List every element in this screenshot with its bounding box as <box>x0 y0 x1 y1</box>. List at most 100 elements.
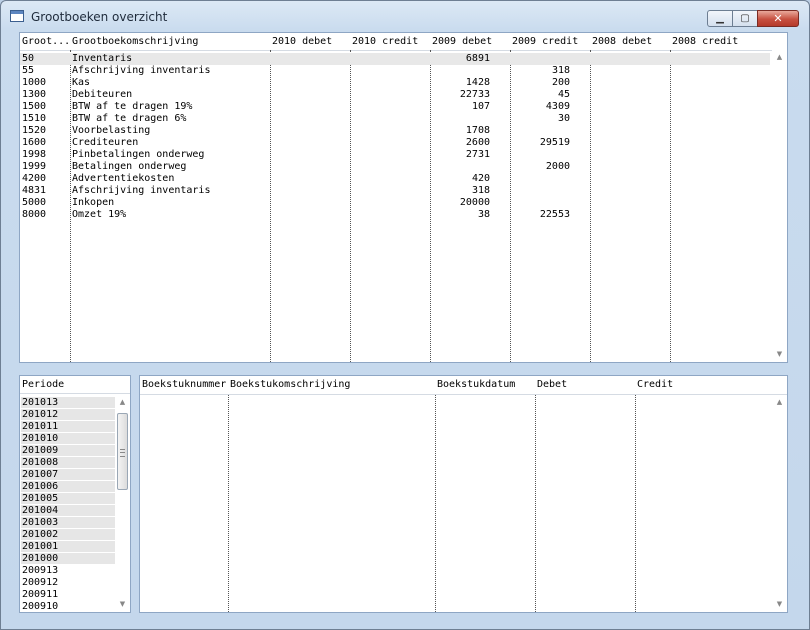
scroll-down-icon[interactable]: ▼ <box>772 347 787 362</box>
cell-nr: 8000 <box>22 209 47 220</box>
cell-c2008 <box>670 101 770 113</box>
ledger-col-header-6[interactable]: 2008 debet <box>590 33 670 50</box>
maximize-button[interactable]: ▢ <box>732 10 758 27</box>
scroll-up-icon[interactable]: ▲ <box>772 50 787 65</box>
cell-c2008 <box>670 137 770 149</box>
list-item[interactable]: 201005 <box>21 493 130 504</box>
cell-nr: 1998 <box>22 149 47 160</box>
list-item[interactable]: 201003 <box>21 517 130 528</box>
table-row[interactable]: 4200 Advertentiekosten 420 <box>20 173 770 185</box>
list-item[interactable]: 201007 <box>21 469 130 480</box>
ledger-col-header-0[interactable]: Groot... <box>20 33 70 50</box>
scroll-down-icon[interactable]: ▼ <box>115 597 130 612</box>
table-row[interactable]: 50 Inventaris 6891 <box>20 53 770 65</box>
list-item[interactable]: 201011 <box>21 421 130 432</box>
cell-d2009: 420 <box>471 173 490 184</box>
cell-nr: 4831 <box>22 185 47 196</box>
cell-desc: Afschrijving inventaris <box>72 65 211 76</box>
table-row[interactable]: 1000 Kas 1428 200 <box>20 77 770 89</box>
ledger-col-header-2[interactable]: 2010 debet <box>270 33 350 50</box>
cell-c2010 <box>350 173 430 185</box>
title-bar[interactable]: Grootboeken overzicht ▁ ▢ ✕ <box>1 1 809 31</box>
entries-col-header-0[interactable]: Boekstuknummer <box>140 376 228 393</box>
ledger-col-header-1[interactable]: Grootboekomschrijving <box>70 33 270 50</box>
ledger-col-header-7[interactable]: 2008 credit <box>670 33 770 50</box>
scroll-up-icon[interactable]: ▲ <box>115 395 130 410</box>
cell-c2009: 30 <box>557 113 570 124</box>
cell-c2009 <box>510 125 574 137</box>
cell-nr: 1500 <box>22 101 47 112</box>
entries-col-header-2[interactable]: Boekstukdatum <box>435 376 535 393</box>
cell-c2010 <box>350 161 430 173</box>
cell-desc: Inventaris <box>72 53 133 64</box>
cell-d2010 <box>270 173 350 185</box>
window-title: Grootboeken overzicht <box>31 10 168 24</box>
list-item[interactable]: 201012 <box>21 409 130 420</box>
cell-d2009: 318 <box>471 185 490 196</box>
list-item[interactable]: 201008 <box>21 457 130 468</box>
scroll-down-icon[interactable]: ▼ <box>772 597 787 612</box>
cell-c2008 <box>670 149 770 161</box>
minimize-button[interactable]: ▁ <box>707 10 733 27</box>
list-item[interactable]: 201013 <box>21 397 130 408</box>
cell-nr: 1999 <box>22 161 47 172</box>
period-list[interactable]: Periode 201013 201012 201011 201010 201009 20… <box>19 375 131 613</box>
scroll-thumb[interactable] <box>117 413 128 490</box>
cell-d2009: 1428 <box>465 77 490 88</box>
cell-nr: 1300 <box>22 89 47 100</box>
list-item[interactable]: 201004 <box>21 505 130 516</box>
ledger-col-header-5[interactable]: 2009 credit <box>510 33 590 50</box>
table-row[interactable]: 1998 Pinbetalingen onderweg 2731 <box>20 149 770 161</box>
cell-d2009: 2600 <box>465 137 490 148</box>
table-row[interactable]: 1600 Crediteuren 2600 29519 <box>20 137 770 149</box>
cell-c2010 <box>350 53 430 65</box>
scroll-up-icon[interactable]: ▲ <box>772 395 787 410</box>
cell-nr: 1510 <box>22 113 47 124</box>
table-row[interactable]: 8000 Omzet 19% 38 22553 <box>20 209 770 221</box>
cell-desc: BTW af te dragen 19% <box>72 101 193 112</box>
list-item[interactable]: 201000 <box>21 553 130 564</box>
table-row[interactable]: 5000 Inkopen 20000 <box>20 197 770 209</box>
cell-nr: 55 <box>22 65 35 76</box>
cell-c2010 <box>350 65 430 77</box>
cell-c2008 <box>670 161 770 173</box>
list-item[interactable]: 201001 <box>21 541 130 552</box>
list-item[interactable]: 200912 <box>21 577 130 588</box>
entries-col-header-3[interactable]: Debet <box>535 376 635 393</box>
entries-scrollbar[interactable]: ▲ ▼ <box>772 395 787 612</box>
table-row[interactable]: 1510 BTW af te dragen 6% 30 <box>20 113 770 125</box>
table-row[interactable]: 1999 Betalingen onderweg 2000 <box>20 161 770 173</box>
period-scrollbar[interactable]: ▲ ▼ <box>115 395 130 612</box>
cell-d2010 <box>270 197 350 209</box>
cell-d2009: 38 <box>477 209 490 220</box>
list-item[interactable]: 200910 <box>21 601 130 612</box>
entries-col-header-4[interactable]: Credit <box>635 376 774 393</box>
table-row[interactable]: 1500 BTW af te dragen 19% 107 4309 <box>20 101 770 113</box>
ledger-header: Groot... Grootboekomschrijving 2010 debet 2… <box>20 33 787 51</box>
list-item[interactable]: 200913 <box>21 565 130 576</box>
cell-d2009 <box>430 113 494 125</box>
cell-desc: Advertentiekosten <box>72 173 175 184</box>
table-row[interactable]: 4831 Afschrijving inventaris 318 <box>20 185 770 197</box>
cell-d2010 <box>270 113 350 125</box>
cell-c2009 <box>510 149 574 161</box>
table-row[interactable]: 55 Afschrijving inventaris 318 <box>20 65 770 77</box>
cell-d2008 <box>590 53 670 65</box>
entries-table[interactable]: Boekstuknummer Boekstukomschrijving Boekst… <box>139 375 788 613</box>
ledger-col-header-4[interactable]: 2009 debet <box>430 33 510 50</box>
ledger-table[interactable]: Groot... Grootboekomschrijving 2010 debet 2… <box>19 32 788 363</box>
table-row[interactable]: 1300 Debiteuren 22733 45 <box>20 89 770 101</box>
cell-d2009: 22733 <box>459 89 490 100</box>
cell-c2010 <box>350 113 430 125</box>
entries-col-header-1[interactable]: Boekstukomschrijving <box>228 376 435 393</box>
ledger-scrollbar[interactable]: ▲ ▼ <box>772 50 787 362</box>
list-item[interactable]: 201006 <box>21 481 130 492</box>
list-item[interactable]: 201002 <box>21 529 130 540</box>
ledger-col-header-3[interactable]: 2010 credit <box>350 33 430 50</box>
list-item[interactable]: 201010 <box>21 433 130 444</box>
close-button[interactable]: ✕ <box>757 10 799 27</box>
list-item[interactable]: 201009 <box>21 445 130 456</box>
table-row[interactable]: 1520 Voorbelasting 1708 <box>20 125 770 137</box>
cell-c2008 <box>670 185 770 197</box>
list-item[interactable]: 200911 <box>21 589 130 600</box>
